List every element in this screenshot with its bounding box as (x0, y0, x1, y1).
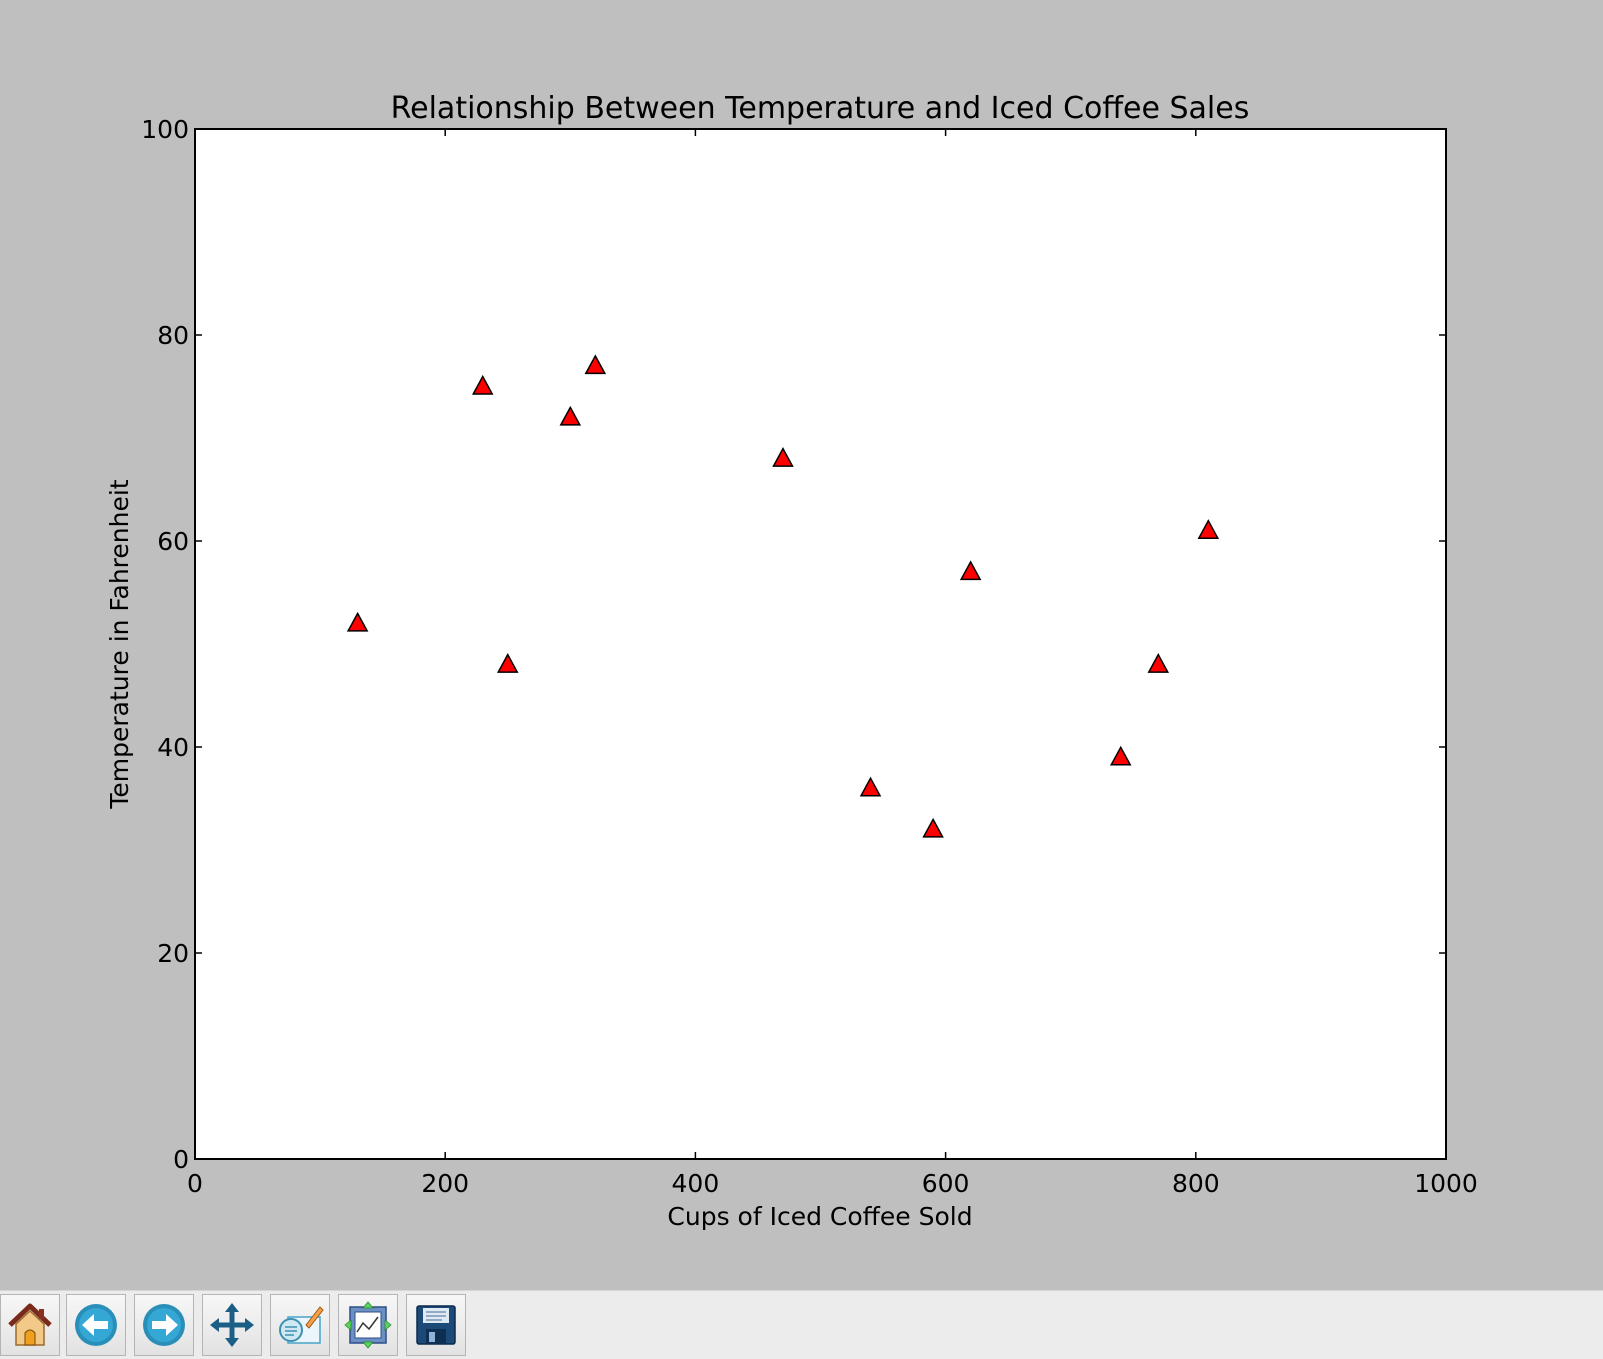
forward-arrow-icon (143, 1304, 185, 1346)
y-tick-label: 40 (157, 733, 189, 762)
chart-title: Relationship Between Temperature and Ice… (391, 91, 1250, 126)
y-tick-label: 20 (157, 939, 189, 968)
back-button[interactable] (66, 1294, 126, 1356)
y-tick-label: 0 (173, 1145, 189, 1174)
subplots-icon (344, 1301, 392, 1349)
x-tick-label: 400 (672, 1169, 720, 1198)
back-arrow-icon (75, 1304, 117, 1346)
y-axis-label: Temperature in Fahrenheit (105, 479, 134, 809)
subplots-button[interactable] (338, 1294, 398, 1356)
plot-area (195, 129, 1446, 1159)
x-tick-label: 200 (421, 1169, 469, 1198)
x-tick-label: 1000 (1414, 1169, 1478, 1198)
scatter-chart: 0 200 400 600 800 1000 0 20 40 60 80 100 Relationsh… (105, 91, 1478, 1231)
x-tick-label: 0 (187, 1169, 203, 1198)
y-tick-label: 60 (157, 527, 189, 556)
navigation-toolbar (0, 1290, 1603, 1359)
zoom-button[interactable] (270, 1294, 330, 1356)
save-button[interactable] (406, 1294, 466, 1356)
figure-canvas: 0 200 400 600 800 1000 0 20 40 60 80 100 Relationsh… (0, 0, 1603, 1290)
home-button[interactable] (0, 1294, 60, 1356)
x-tick-label: 600 (922, 1169, 970, 1198)
y-tick-label: 100 (141, 115, 189, 144)
forward-button[interactable] (134, 1294, 194, 1356)
y-tick-label: 80 (157, 321, 189, 350)
move-icon (210, 1303, 254, 1347)
home-icon (8, 1303, 52, 1346)
zoom-rect-icon (279, 1306, 324, 1344)
x-tick-label: 800 (1172, 1169, 1220, 1198)
floppy-disk-icon (416, 1305, 456, 1345)
x-axis-label: Cups of Iced Coffee Sold (667, 1202, 972, 1231)
pan-button[interactable] (202, 1294, 262, 1356)
